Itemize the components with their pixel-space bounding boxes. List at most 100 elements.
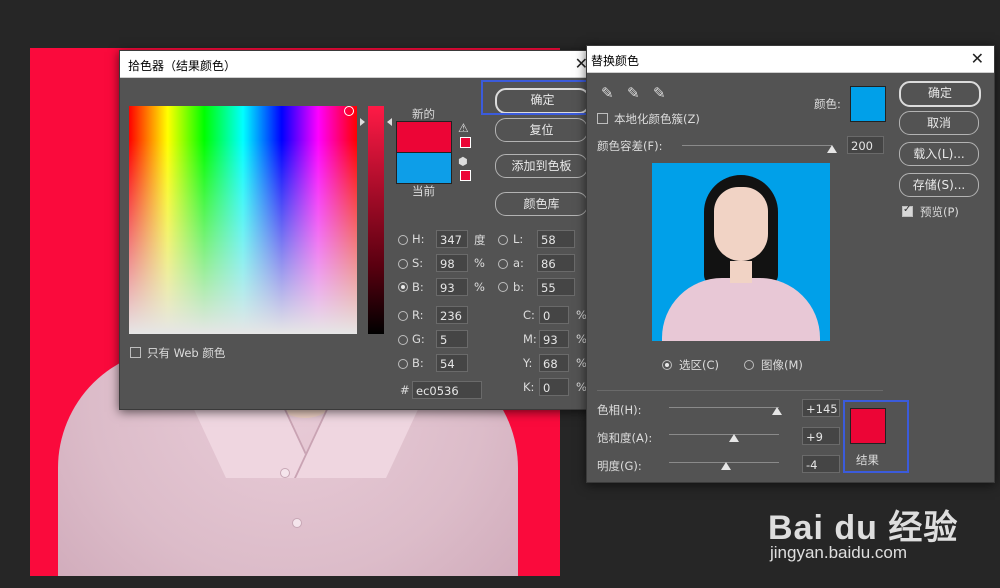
m-field[interactable]: 93: [539, 330, 569, 348]
lightness-label: 明度(G):: [597, 459, 642, 473]
reset-button[interactable]: 复位: [495, 118, 588, 142]
add-to-swatches-button[interactable]: 添加到色板: [495, 154, 588, 178]
c-label: C:: [523, 308, 535, 322]
image-label: 图像(M): [761, 358, 803, 372]
preview-face: [714, 187, 768, 261]
brightness-radio[interactable]: [398, 282, 408, 292]
r-label: R:: [412, 308, 424, 322]
localized-clusters-label: 本地化颜色簇(Z): [614, 112, 700, 126]
l-radio[interactable]: [498, 235, 508, 245]
h-radio[interactable]: [398, 235, 408, 245]
h-label: H:: [412, 232, 425, 246]
selection-radio[interactable]: [662, 360, 672, 370]
web-only-checkbox[interactable]: [130, 347, 141, 358]
shirt-button: [292, 518, 302, 528]
web-only-label: 只有 Web 颜色: [147, 346, 226, 360]
selection-label: 选区(C): [679, 358, 720, 372]
load-button[interactable]: 载入(L)...: [899, 142, 979, 166]
lab-b-field[interactable]: 55: [537, 278, 575, 296]
h-unit: 度: [474, 233, 486, 247]
lightness-field[interactable]: -4: [802, 455, 840, 473]
slider-left-arrow-icon[interactable]: [360, 118, 365, 126]
blue-radio[interactable]: [398, 359, 408, 369]
y-label: Y:: [523, 356, 533, 370]
s-radio[interactable]: [398, 259, 408, 269]
web-safe-swatch[interactable]: [460, 170, 471, 181]
baidu-watermark-url: jingyan.baidu.com: [770, 543, 908, 562]
image-radio[interactable]: [744, 360, 754, 370]
k-label: K:: [523, 380, 535, 394]
lightness-slider-thumb[interactable]: [721, 462, 731, 470]
slider-right-arrow-icon[interactable]: [387, 118, 392, 126]
lab-b-radio[interactable]: [498, 282, 508, 292]
lab-b-label: b:: [513, 280, 525, 294]
cube-icon[interactable]: ⬢: [458, 155, 468, 168]
a-radio[interactable]: [498, 259, 508, 269]
color-label: 颜色:: [814, 97, 841, 111]
eyedropper-icon[interactable]: ✎: [601, 84, 614, 102]
r-radio[interactable]: [398, 311, 408, 321]
l-field[interactable]: 58: [537, 230, 575, 248]
fuzziness-slider-thumb[interactable]: [827, 145, 837, 153]
divider: [597, 390, 883, 391]
current-color-label: 当前: [412, 184, 435, 198]
fuzziness-label: 颜色容差(F):: [597, 139, 663, 153]
blue-field[interactable]: 54: [436, 354, 468, 372]
h-field[interactable]: 347: [436, 230, 468, 248]
dialog-title: 拾色器（结果颜色）: [128, 59, 237, 73]
eyedropper-plus-icon[interactable]: ✎: [627, 84, 640, 102]
saturation-label: 饱和度(A):: [597, 431, 653, 445]
highlight-box: [843, 400, 909, 473]
s-field[interactable]: 98: [436, 254, 468, 272]
ok-button[interactable]: 确定: [899, 81, 981, 107]
replace-color-swatch[interactable]: [850, 86, 886, 122]
localized-clusters-checkbox[interactable]: [597, 113, 608, 124]
m-label: M:: [523, 332, 537, 346]
dialog-title: 替换颜色: [591, 54, 640, 68]
gamut-swatch[interactable]: [460, 137, 471, 148]
c-field[interactable]: 0: [539, 306, 569, 324]
y-field[interactable]: 68: [539, 354, 569, 372]
current-color-swatch[interactable]: [396, 152, 452, 184]
fuzziness-field[interactable]: 200: [847, 136, 884, 154]
preview-checkbox[interactable]: [902, 204, 913, 217]
k-field[interactable]: 0: [539, 378, 569, 396]
save-button[interactable]: 存储(S)...: [899, 173, 979, 197]
new-color-label: 新的: [412, 107, 435, 121]
blue-label: B:: [412, 356, 424, 370]
hue-label: 色相(H):: [597, 403, 642, 417]
a-field[interactable]: 86: [537, 254, 575, 272]
hex-field[interactable]: ec0536: [412, 381, 482, 399]
color-field[interactable]: [129, 106, 357, 334]
replace-color-titlebar: 替换颜色 ✕: [587, 46, 994, 73]
g-field[interactable]: 5: [436, 330, 468, 348]
color-picker-titlebar: 拾色器（结果颜色） ✕: [120, 51, 598, 78]
saturation-slider[interactable]: [669, 434, 779, 435]
hue-slider[interactable]: [669, 407, 779, 408]
preview-image[interactable]: [652, 163, 830, 341]
color-libraries-button[interactable]: 颜色库: [495, 192, 588, 216]
brightness-field[interactable]: 93: [436, 278, 468, 296]
hue-slider-thumb[interactable]: [772, 407, 782, 415]
s-label: S:: [412, 256, 424, 270]
shirt-button: [280, 468, 290, 478]
hue-field[interactable]: +145: [802, 399, 840, 417]
baidu-watermark: Bai du 经验: [768, 509, 959, 547]
warning-icon[interactable]: ⚠: [458, 121, 469, 135]
saturation-field[interactable]: +9: [802, 427, 840, 445]
saturation-slider-thumb[interactable]: [729, 434, 739, 442]
brightness-unit: %: [474, 280, 485, 294]
g-radio[interactable]: [398, 335, 408, 345]
r-field[interactable]: 236: [436, 306, 468, 324]
eyedropper-minus-icon[interactable]: ✎: [653, 84, 666, 102]
new-color-swatch: [396, 121, 452, 154]
color-field-marker[interactable]: [344, 106, 354, 116]
preview-label: 预览(P): [920, 205, 959, 219]
fuzziness-slider[interactable]: [682, 145, 832, 146]
hue-slider[interactable]: [368, 106, 384, 334]
cancel-button[interactable]: 取消: [899, 111, 979, 135]
preview-neck: [730, 261, 752, 283]
hex-label: #: [400, 383, 410, 397]
close-icon[interactable]: ✕: [971, 49, 984, 68]
l-label: L:: [513, 232, 524, 246]
